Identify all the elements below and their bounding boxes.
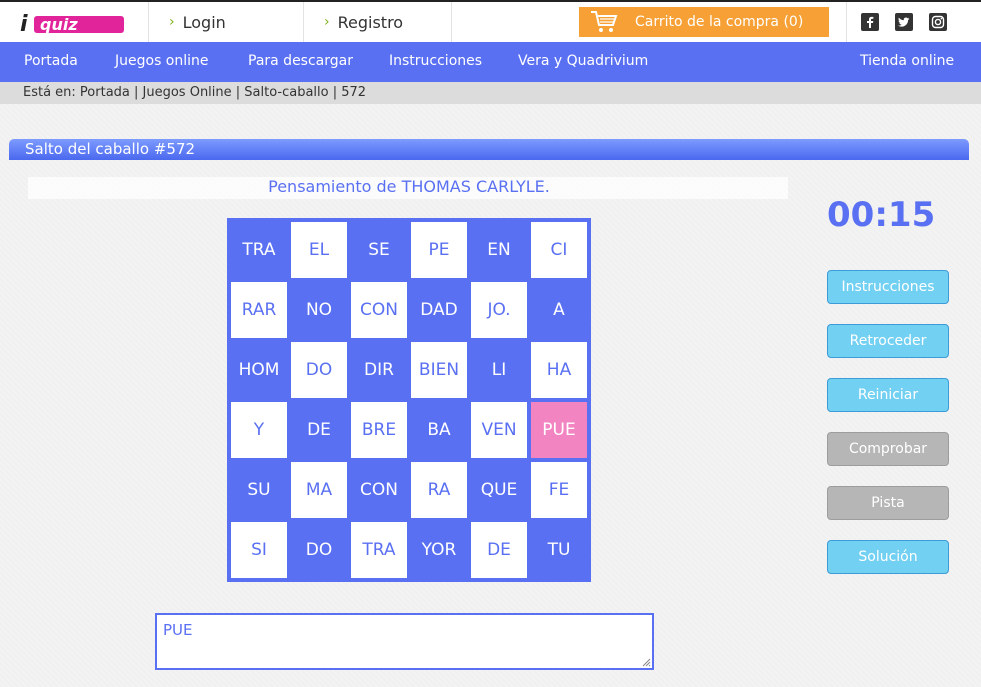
board-cell[interactable]: SE: [349, 220, 409, 280]
board-cell[interactable]: TU: [529, 520, 589, 580]
board-cell[interactable]: SU: [229, 460, 289, 520]
nav-item-vera-quadrivium[interactable]: Vera y Quadrivium: [518, 53, 648, 69]
board-cell[interactable]: CON: [351, 282, 407, 338]
pista-button[interactable]: Pista: [827, 486, 949, 520]
board-cell[interactable]: Y: [231, 402, 287, 458]
nav-item-para-descargar[interactable]: Para descargar: [248, 53, 353, 69]
instagram-icon[interactable]: [929, 13, 947, 31]
board-cell[interactable]: HA: [531, 342, 587, 398]
login-link[interactable]: › Login: [148, 2, 303, 42]
knight-board: TRA EL SE PE EN CI RAR NO CON DAD JO. A HOM DO DIR BIEN…: [227, 218, 591, 582]
board-cell[interactable]: PE: [411, 222, 467, 278]
nav-item-instrucciones[interactable]: Instrucciones: [389, 53, 482, 69]
top-bar: i quiz › Login › Registro Carrito de la …: [0, 0, 981, 42]
board-cell[interactable]: SI: [231, 522, 287, 578]
chevron-right-icon: ›: [324, 14, 330, 30]
game-timer: 00:15: [827, 195, 936, 235]
board-cell[interactable]: FE: [531, 462, 587, 518]
board-cell[interactable]: EN: [469, 220, 529, 280]
main-nav: Portada Juegos online Para descargar Ins…: [0, 42, 981, 82]
board-cell[interactable]: CI: [531, 222, 587, 278]
iquiz-logo[interactable]: i quiz: [18, 10, 126, 36]
board-cell[interactable]: RAR: [231, 282, 287, 338]
answer-textarea[interactable]: [155, 613, 654, 670]
board-cell[interactable]: JO.: [471, 282, 527, 338]
board-cell[interactable]: A: [529, 280, 589, 340]
board-cell[interactable]: PUE: [531, 402, 587, 458]
quote-author: Pensamiento de THOMAS CARLYLE.: [268, 177, 550, 196]
board-cell[interactable]: BRE: [351, 402, 407, 458]
facebook-icon[interactable]: [861, 13, 879, 31]
reiniciar-button[interactable]: Reiniciar: [827, 378, 949, 412]
twitter-icon[interactable]: [895, 13, 913, 31]
board-cell[interactable]: DAD: [409, 280, 469, 340]
board-cell[interactable]: BIEN: [411, 342, 467, 398]
instrucciones-button[interactable]: Instrucciones: [827, 270, 949, 304]
game-title-bar: Salto del caballo #572: [9, 139, 969, 160]
nav-item-tienda-online[interactable]: Tienda online: [860, 53, 954, 69]
board-cell[interactable]: MA: [291, 462, 347, 518]
board-cell[interactable]: TRA: [229, 220, 289, 280]
login-label: Login: [182, 12, 226, 32]
cart-button[interactable]: Carrito de la compra (0): [579, 7, 829, 37]
retroceder-button[interactable]: Retroceder: [827, 324, 949, 358]
board-cell[interactable]: EL: [291, 222, 347, 278]
board-cell[interactable]: DIR: [349, 340, 409, 400]
registro-link[interactable]: › Registro: [303, 2, 452, 42]
cart-label: Carrito de la compra (0): [635, 14, 804, 30]
chevron-right-icon: ›: [169, 14, 175, 30]
board-cell[interactable]: DO: [291, 342, 347, 398]
svg-text:i: i: [20, 12, 28, 36]
board-cell[interactable]: CON: [349, 460, 409, 520]
nav-item-juegos-online[interactable]: Juegos online: [115, 53, 209, 69]
resize-grip-icon[interactable]: [641, 657, 651, 667]
nav-item-portada[interactable]: Portada: [24, 53, 78, 69]
solucion-button[interactable]: Solución: [827, 540, 949, 574]
board-cell[interactable]: DE: [289, 400, 349, 460]
comprobar-button[interactable]: Comprobar: [827, 432, 949, 466]
svg-text:quiz: quiz: [40, 15, 78, 34]
game-title: Salto del caballo #572: [25, 140, 196, 158]
registro-label: Registro: [337, 12, 404, 32]
board-cell[interactable]: QUE: [469, 460, 529, 520]
board-cell[interactable]: NO: [289, 280, 349, 340]
board-cell[interactable]: BA: [409, 400, 469, 460]
social-links: [846, 2, 981, 42]
board-cell[interactable]: VEN: [471, 402, 527, 458]
board-cell[interactable]: LI: [469, 340, 529, 400]
breadcrumb: Está en: Portada | Juegos Online | Salto…: [0, 82, 981, 104]
logo-graphic: i quiz: [20, 12, 124, 36]
board-cell[interactable]: DO: [289, 520, 349, 580]
board-cell[interactable]: RA: [411, 462, 467, 518]
shopping-cart-icon: [591, 11, 618, 32]
board-cell[interactable]: YOR: [409, 520, 469, 580]
board-cell[interactable]: TRA: [351, 522, 407, 578]
board-cell[interactable]: HOM: [229, 340, 289, 400]
board-cell[interactable]: DE: [471, 522, 527, 578]
